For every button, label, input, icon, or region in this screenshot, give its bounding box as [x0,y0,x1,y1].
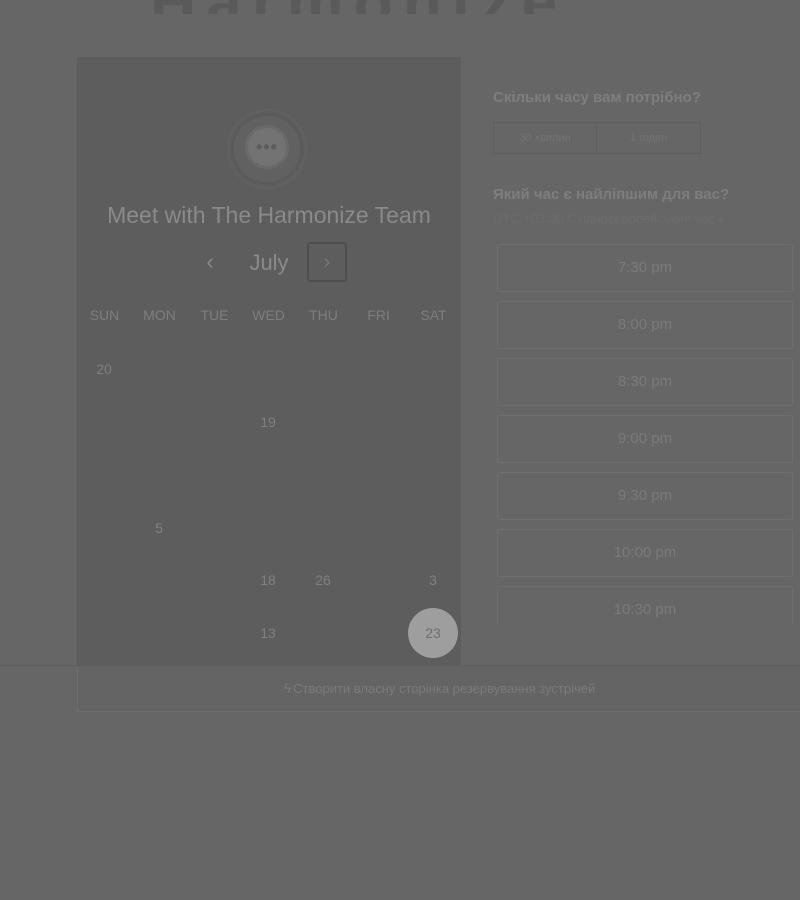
calendar-day-13[interactable]: 13 [245,610,291,656]
weekday-fri: FRI [367,307,390,323]
weekday-tue: TUE [200,307,229,323]
month-navigation: ‹ July › [77,242,461,284]
footer-link-label: Створити власну сторінка резервування зу… [293,681,596,696]
page-title: Meet with The Harmonize Team [107,202,431,228]
duration-30-min-button[interactable]: 30 хвилин [493,122,597,154]
meeting-calendar-panel: ••• Meet with The Harmonize Team ‹ July … [77,57,461,665]
avatar-dots: ••• [256,137,278,157]
time-slot-button[interactable]: 9:00 pm [497,415,793,463]
weekday-wed: WED [252,307,285,323]
duration-title: Скільки часу вам потрібно? [493,89,701,106]
time-slot-button[interactable]: 8:30 pm [497,358,793,406]
weekday-mon: MON [143,307,176,323]
timezone-label: UTC +03:00 Східноєвропейський час [493,211,715,226]
calendar-day-26[interactable]: 26 [300,557,346,603]
time-title: Який час є найліпшим для вас? [493,186,730,203]
weekday-header: SUN MON TUE WED THU FRI SAT [77,307,461,327]
time-slot-button[interactable]: 8:00 pm [497,301,793,349]
timezone-select[interactable]: UTC +03:00 Східноєвропейський час ▾ [493,211,724,226]
footer: ϟ Створити власну сторінка резервування з… [77,666,800,712]
avatar: ••• [245,125,289,169]
duration-1-hour-button[interactable]: 1 годин [596,122,701,154]
chevron-down-icon: ▾ [718,215,724,225]
calendar-day-3[interactable]: 3 [410,557,456,603]
time-slot-button[interactable]: 10:30 pm [497,586,793,624]
calendar-day-19[interactable]: 19 [245,399,291,445]
brand-logo: Harmonize [150,0,790,14]
calendar-day-5[interactable]: 5 [136,505,182,551]
weekday-sun: SUN [89,307,120,323]
next-month-button[interactable]: › [307,242,347,282]
weekday-thu: THU [309,307,338,323]
month-label: July [249,250,289,275]
time-slot-button[interactable]: 7:30 pm [497,244,793,292]
create-booking-page-link[interactable]: ϟ Створити власну сторінка резервування з… [78,680,800,696]
time-slot-button[interactable]: 9:30 pm [497,472,793,520]
chat-bubble-icon: ••• [227,109,307,189]
calendar-day-18[interactable]: 18 [245,557,291,603]
sprocket-icon: ϟ [283,680,292,696]
calendar-day-20[interactable]: 20 [81,346,127,392]
time-slot-button[interactable]: 10:00 pm [497,529,793,577]
weekday-sat: SAT [420,307,447,323]
calendar-day-23[interactable]: 23 [408,608,458,658]
time-slot-list: 7:30 pm 8:00 pm 8:30 pm 9:00 pm 9:30 pm 10:00… [497,244,793,624]
